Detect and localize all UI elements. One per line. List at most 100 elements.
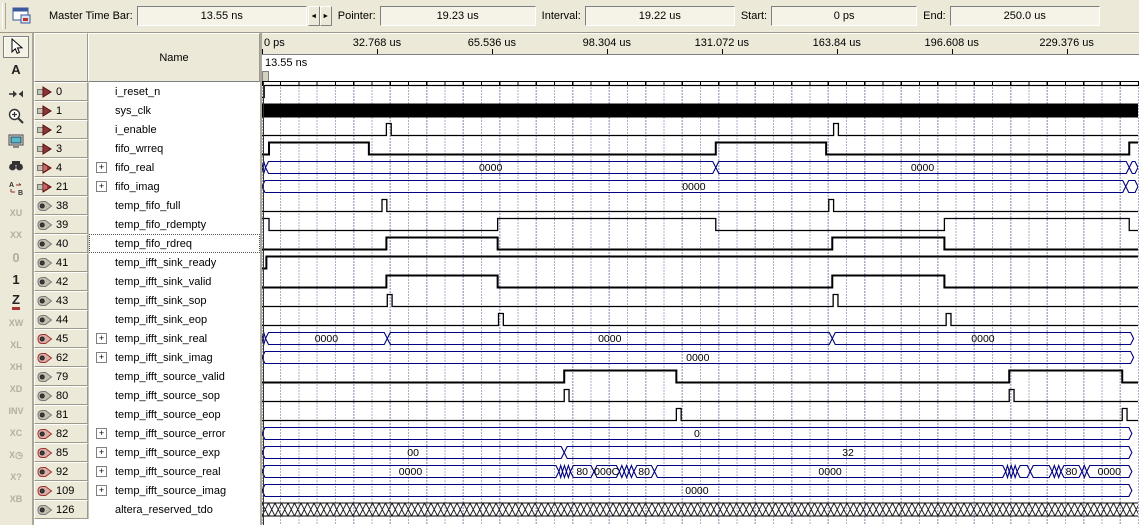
signal-name-cell[interactable]: temp_fifo_full [88,196,260,215]
signal-id-cell[interactable]: 40 [34,234,88,253]
signal-id-cell[interactable]: 82 [34,424,88,443]
signal-id-cell[interactable]: 21 [34,177,88,196]
weak-low-tool[interactable]: XL [3,334,29,356]
signal-id-cell[interactable]: 44 [34,310,88,329]
signal-row-temp_ifft_source_real[interactable]: 92 + temp_ifft_source_real [34,462,260,481]
expand-icon[interactable]: + [96,466,107,477]
expand-icon[interactable]: + [96,181,107,192]
signal-row-altera_reserved_tdo[interactable]: 126 altera_reserved_tdo [34,500,260,519]
signal-name-cell[interactable]: sys_clk [88,101,260,120]
signal-row-fifo_imag[interactable]: 21 + fifo_imag [34,177,260,196]
waveform-edit-tool[interactable] [3,83,29,105]
time-axis[interactable]: 0 ps 32.768 us 65.536 us 98.304 us 131.072 u… [262,33,1139,55]
signal-row-temp_ifft_source_imag[interactable]: 109 + temp_ifft_source_imag [34,481,260,500]
start-field[interactable]: 0 ps [771,6,918,26]
random-value-tool[interactable]: X? [3,466,29,488]
invert-tool[interactable]: INV [3,400,29,422]
wave-row-temp_ifft_source_exp[interactable]: 00 32 [262,443,1139,462]
wave-row-temp_ifft_sink_eop[interactable] [262,310,1139,329]
wave-row-fifo_real[interactable]: 0000 0000 [262,158,1139,177]
wave-row-altera_reserved_tdo[interactable] [262,500,1139,519]
signal-row-temp_ifft_sink_ready[interactable]: 41 temp_ifft_sink_ready [34,253,260,272]
signal-id-cell[interactable]: 38 [34,196,88,215]
expand-icon[interactable]: + [96,162,107,173]
signal-id-cell[interactable]: 42 [34,272,88,291]
signal-row-temp_ifft_source_valid[interactable]: 79 temp_ifft_source_valid [34,367,260,386]
clock-tool[interactable]: X◷ [3,444,29,466]
wave-row-temp_ifft_source_imag[interactable]: 0000 [262,481,1139,500]
master-time-bar-field[interactable]: 13.55 ns [136,6,307,26]
bus-value-tool[interactable]: XB [3,488,29,510]
signal-name-cell[interactable]: temp_ifft_sink_valid [88,272,260,291]
signal-id-cell[interactable]: 43 [34,291,88,310]
signal-name-cell[interactable]: + temp_ifft_source_real [88,462,260,481]
wave-row-temp_fifo_rdempty[interactable] [262,215,1139,234]
signal-id-cell[interactable]: 62 [34,348,88,367]
wave-row-temp_ifft_sink_valid[interactable] [262,272,1139,291]
signal-name-cell[interactable]: + temp_ifft_sink_imag [88,348,260,367]
master-time-cursor-line[interactable] [263,82,264,525]
replace-tool[interactable]: AB [3,177,29,199]
signal-name-cell[interactable]: temp_fifo_rdreq [88,234,260,253]
signal-name-cell[interactable]: + fifo_real [88,158,260,177]
signal-name-cell[interactable]: altera_reserved_tdo [88,500,260,519]
wave-row-sys_clk[interactable] [262,101,1139,120]
wave-row-temp_ifft_source_eop[interactable] [262,405,1139,424]
signal-row-temp_ifft_source_exp[interactable]: 85 + temp_ifft_source_exp [34,443,260,462]
zoom-tool[interactable] [3,105,29,127]
spin-right-button[interactable]: ► [319,6,332,26]
time-bar-strip[interactable]: 13.55 ns [262,55,1139,82]
wave-row-temp_fifo_rdreq[interactable] [262,234,1139,253]
signal-row-temp_fifo_rdreq[interactable]: 40 temp_fifo_rdreq [34,234,260,253]
wave-row-temp_ifft_source_real[interactable]: 0000 80 000C 80 0000 80 0000 [262,462,1139,481]
signal-id-cell[interactable]: 80 [34,386,88,405]
signal-id-cell[interactable]: 3 [34,139,88,158]
force-low-tool[interactable]: 0 [3,246,29,268]
signal-id-cell[interactable]: 39 [34,215,88,234]
signal-row-temp_ifft_source_eop[interactable]: 81 temp_ifft_source_eop [34,405,260,424]
signal-row-fifo_real[interactable]: 4 + fifo_real [34,158,260,177]
wave-row-temp_ifft_sink_real[interactable]: 0000 0000 0000 [262,329,1139,348]
full-screen-tool[interactable] [3,130,29,152]
signal-row-i_enable[interactable]: 2 i_enable [34,120,260,139]
signal-name-cell[interactable]: + fifo_imag [88,177,260,196]
wave-row-temp_fifo_full[interactable] [262,196,1139,215]
force-high-tool[interactable]: 1 [3,268,29,290]
signal-id-cell[interactable]: 109 [34,481,88,500]
signal-row-temp_fifo_full[interactable]: 38 temp_fifo_full [34,196,260,215]
signal-row-temp_ifft_sink_imag[interactable]: 62 + temp_ifft_sink_imag [34,348,260,367]
wave-row-temp_ifft_sink_ready[interactable] [262,253,1139,272]
wave-row-temp_ifft_sink_sop[interactable] [262,291,1139,310]
signal-name-cell[interactable]: + temp_ifft_source_exp [88,443,260,462]
wave-row-temp_ifft_source_valid[interactable] [262,367,1139,386]
count-value-tool[interactable]: XC [3,422,29,444]
weak-unknown-tool[interactable]: XW [3,312,29,334]
signal-row-sys_clk[interactable]: 1 sys_clk [34,101,260,120]
wave-row-temp_ifft_source_sop[interactable] [262,386,1139,405]
wave-row-fifo_wrreq[interactable] [262,139,1139,158]
waveform-rows-area[interactable]: 0000 0000 0000 0000 0000 0000 0000 0 00 32 0000 80 0… [262,82,1139,525]
wave-row-i_enable[interactable] [262,120,1139,139]
signal-id-cell[interactable]: 79 [34,367,88,386]
high-impedance-tool[interactable]: Z [3,290,29,312]
text-tool[interactable]: A [3,58,29,80]
signal-id-cell[interactable]: 126 [34,500,88,519]
signal-name-cell[interactable]: fifo_wrreq [88,139,260,158]
signal-row-temp_fifo_rdempty[interactable]: 39 temp_fifo_rdempty [34,215,260,234]
wave-row-temp_ifft_source_error[interactable]: 0 [262,424,1139,443]
selection-tool[interactable] [3,36,29,58]
signal-id-cell[interactable]: 0 [34,82,88,101]
signal-id-cell[interactable]: 2 [34,120,88,139]
signal-id-cell[interactable]: 1 [34,101,88,120]
signal-name-cell[interactable]: temp_ifft_source_valid [88,367,260,386]
expand-icon[interactable]: + [96,333,107,344]
spin-left-button[interactable]: ◄ [307,6,320,26]
signal-id-cell[interactable]: 41 [34,253,88,272]
signal-name-cell[interactable]: temp_ifft_sink_ready [88,253,260,272]
expand-icon[interactable]: + [96,485,107,496]
signal-name-cell[interactable]: + temp_ifft_source_error [88,424,260,443]
signal-row-fifo_wrreq[interactable]: 3 fifo_wrreq [34,139,260,158]
signal-name-cell[interactable]: temp_ifft_sink_eop [88,310,260,329]
wave-row-fifo_imag[interactable]: 0000 [262,177,1139,196]
signal-name-cell[interactable]: temp_fifo_rdempty [88,215,260,234]
